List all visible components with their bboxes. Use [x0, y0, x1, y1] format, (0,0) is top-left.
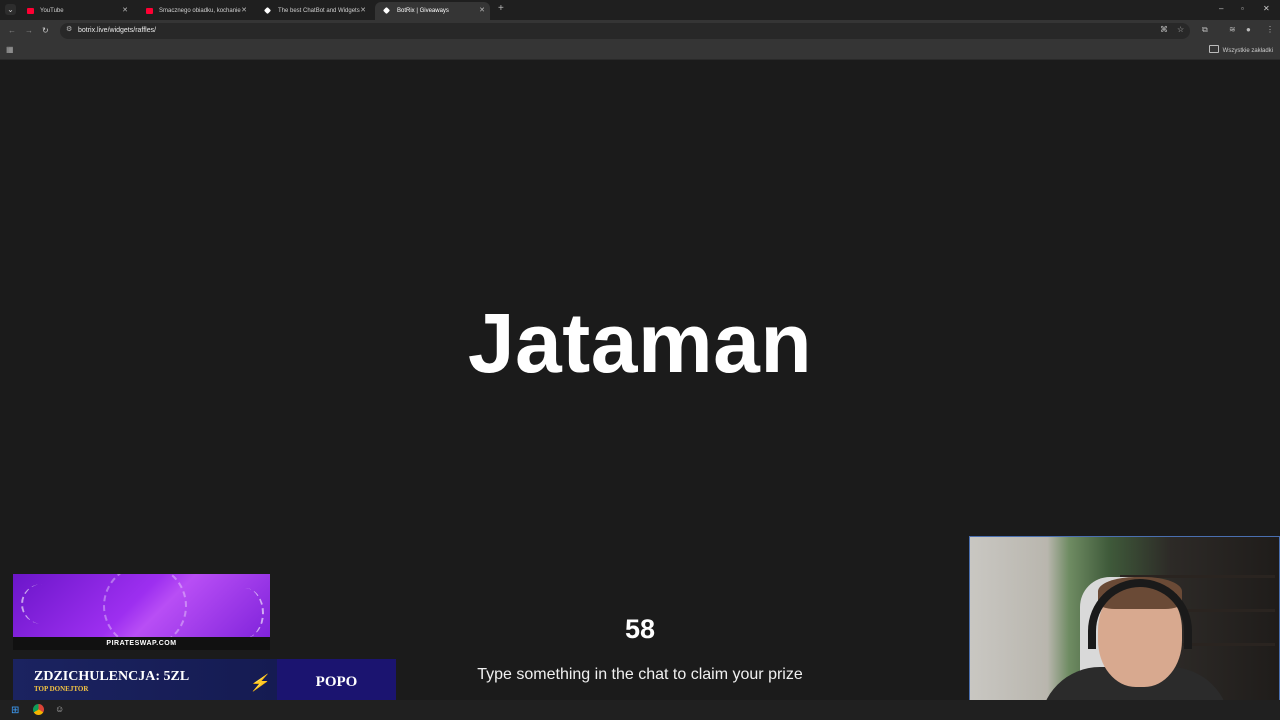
browser-toolbar: ← → ↻ ⚙ botrix.live/widgets/raffles/ ⌘ ☆… [0, 20, 1280, 42]
webcam-feed [969, 536, 1280, 712]
puzzle-icon[interactable]: ⧉ [1202, 25, 1208, 35]
youtube-favicon-icon [146, 8, 153, 14]
close-icon[interactable]: ✕ [479, 2, 485, 20]
folder-icon [1208, 45, 1219, 53]
dashed-decoration [21, 584, 63, 624]
tab-giveaways[interactable]: BotRix | Giveaways ✕ [375, 2, 490, 20]
all-bookmarks-label: Wszystkie zakładki [1222, 48, 1273, 54]
botrix-favicon-icon [382, 6, 391, 15]
site-info-icon[interactable]: ⚙ [66, 25, 72, 33]
reload-icon[interactable]: ↻ [42, 26, 49, 35]
tab-label: YouTube [40, 8, 64, 14]
top-donor-bar: ZDZICHULENCJA: 5ZL TOP DONEJTOR ⚡ POPO [13, 659, 396, 705]
donor-title: ZDZICHULENCJA: 5ZL [34, 669, 190, 684]
star-icon[interactable]: ☆ [1177, 25, 1184, 34]
minimize-icon[interactable]: – [1219, 4, 1223, 13]
close-icon[interactable]: ✕ [241, 2, 247, 20]
all-bookmarks-button[interactable]: Wszystkie zakładki [1208, 45, 1273, 54]
chevron-down-icon[interactable]: ⌄ [5, 4, 16, 15]
youtube-favicon-icon [27, 8, 34, 14]
tab-smacznego[interactable]: Smacznego obiadku, kochanie ✕ [137, 2, 252, 20]
donor-name: POPO [277, 659, 396, 705]
close-icon[interactable]: ✕ [122, 2, 128, 20]
close-window-icon[interactable]: ✕ [1263, 4, 1270, 13]
plus-icon[interactable]: + [498, 3, 504, 14]
tab-youtube[interactable]: YouTube ✕ [18, 2, 133, 20]
forward-arrow-icon[interactable]: → [25, 26, 33, 35]
kebab-menu-icon[interactable]: ⋮ [1266, 25, 1274, 34]
close-icon[interactable]: ✕ [360, 2, 366, 20]
sponsor-label: PIRATESWAP.COM [13, 637, 270, 650]
back-arrow-icon[interactable]: ← [8, 26, 16, 35]
botrix-favicon-icon [263, 6, 272, 15]
restore-icon[interactable]: ▫ [1241, 4, 1244, 13]
extension-icon[interactable]: ≋ [1229, 25, 1236, 34]
tab-label: Smacznego obiadku, kochanie [159, 8, 241, 14]
winner-name: Jataman [467, 296, 813, 390]
windows-start-icon[interactable]: ⊞ [11, 705, 19, 716]
lightning-icon: ⚡ [249, 675, 269, 692]
translate-icon[interactable]: ⌘ [1160, 25, 1168, 34]
tab-chatbot[interactable]: The best ChatBot and Widgets ✕ [256, 2, 371, 20]
app-icon[interactable]: ☺ [55, 704, 64, 714]
profile-icon[interactable]: ● [1246, 25, 1251, 34]
chrome-icon[interactable] [33, 704, 44, 715]
tab-label: BotRix | Giveaways [397, 8, 449, 14]
address-bar[interactable]: ⚙ botrix.live/widgets/raffles/ [60, 23, 1190, 39]
tab-strip: ⌄ YouTube ✕ Smacznego obiadku, kochanie … [0, 0, 1280, 20]
dashed-decoration [226, 588, 264, 638]
tab-label: The best ChatBot and Widgets [278, 8, 360, 14]
sponsor-banner: PIRATESWAP.COM [13, 574, 270, 650]
donor-panel: ZDZICHULENCJA: 5ZL TOP DONEJTOR ⚡ [13, 659, 277, 705]
taskbar: ⊞ ☺ [0, 700, 1280, 720]
apps-grid-icon[interactable]: ▦ [6, 45, 14, 54]
donor-subtitle: TOP DONEJTOR [34, 685, 89, 693]
bookmarks-bar: ▦ Wszystkie zakładki [0, 42, 1280, 60]
url-text: botrix.live/widgets/raffles/ [78, 27, 157, 34]
